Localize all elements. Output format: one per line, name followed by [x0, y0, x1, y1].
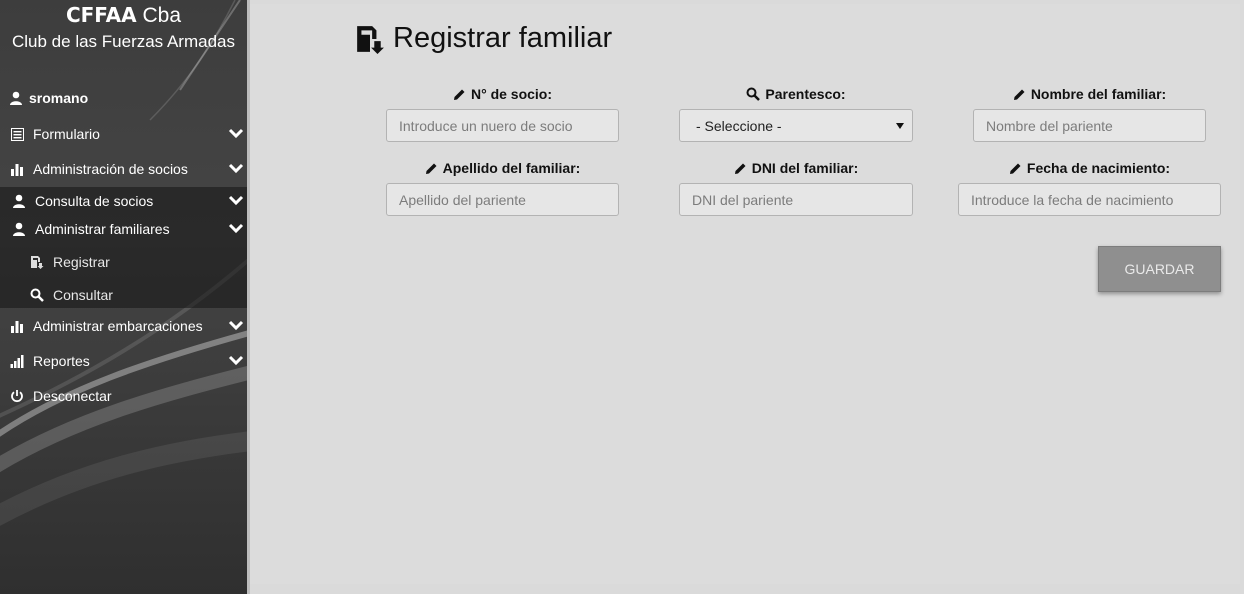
brand-title-rest: Cba [142, 4, 182, 27]
fecha-input[interactable] [958, 183, 1221, 216]
sidebar-item-label: Reportes [33, 353, 90, 369]
sidebar-item-label: Administrar embarcaciones [33, 318, 203, 334]
sidebar-item-consultar[interactable]: Consultar [0, 280, 247, 310]
search-icon [30, 288, 44, 302]
sidebar-item-formulario[interactable]: Formulario [0, 117, 247, 151]
brand-title-bold: CFFAA [65, 3, 137, 27]
chevron-down-icon [228, 223, 244, 234]
socio-input[interactable] [386, 109, 619, 142]
sidebar-item-admin-socios[interactable]: Administración de socios [0, 152, 247, 186]
dni-label-text: DNI del familiar: [751, 160, 859, 176]
save-download-icon [357, 25, 384, 54]
sidebar-item-admin-familiares[interactable]: Administrar familiares [0, 215, 247, 243]
sidebar-item-reportes[interactable]: Reportes [0, 344, 247, 378]
apellido-label-text: Apellido del familiar: [442, 160, 581, 176]
page-title: Registrar familiar [355, 22, 612, 55]
save-download-icon [30, 255, 44, 269]
dropdown-arrow-icon [896, 122, 904, 129]
page-title-text: Registrar familiar [393, 22, 613, 54]
bar-chart-icon [10, 162, 24, 176]
sidebar-item-label: Administrar familiares [35, 221, 170, 237]
pencil-icon [453, 89, 465, 100]
pencil-icon [1013, 89, 1025, 100]
sidebar-item-label: Registrar [53, 254, 110, 270]
user-icon [12, 194, 26, 208]
sidebar: CFFAA Cba Club de las Fuerzas Armadas sr… [0, 0, 247, 594]
user-icon [12, 222, 26, 236]
bar-chart-icon [10, 319, 24, 333]
username: sromano [29, 90, 89, 106]
sidebar-item-consulta-socios[interactable]: Consulta de socios [0, 187, 247, 215]
chevron-down-icon [228, 355, 244, 366]
power-icon [10, 389, 24, 403]
socio-label-text: N° de socio: [470, 86, 553, 102]
dni-input[interactable] [679, 183, 913, 216]
list-icon [10, 127, 24, 141]
nombre-label-text: Nombre del familiar: [1030, 86, 1167, 102]
nombre-input[interactable] [973, 109, 1206, 142]
chevron-down-icon [228, 128, 244, 139]
sidebar-item-label: Desconectar [33, 388, 112, 404]
sidebar-item-admin-embarcaciones[interactable]: Administrar embarcaciones [0, 309, 247, 343]
nombre-label: Nombre del familiar: [973, 86, 1206, 102]
chevron-down-icon [228, 163, 244, 174]
apellido-label: Apellido del familiar: [386, 160, 619, 176]
brand: CFFAA Cba Club de las Fuerzas Armadas [0, 2, 247, 55]
sidebar-item-label: Consultar [53, 287, 113, 303]
chevron-down-icon [228, 195, 244, 206]
parentesco-label: Parentesco: [679, 86, 913, 102]
fecha-label-text: Fecha de nacimiento: [1026, 160, 1171, 176]
apellido-input[interactable] [386, 183, 619, 216]
search-icon [746, 87, 761, 101]
user-info: sromano [9, 90, 88, 106]
chevron-down-icon [228, 320, 244, 331]
sidebar-item-registrar[interactable]: Registrar [0, 247, 247, 277]
brand-subtitle: Club de las Fuerzas Armadas [12, 32, 235, 51]
parentesco-select[interactable]: - Seleccione - [679, 109, 913, 142]
sidebar-item-label: Consulta de socios [35, 193, 154, 209]
main-content: Registrar familiar N° de socio: Parentes… [250, 0, 1244, 594]
sidebar-item-desconectar[interactable]: Desconectar [0, 379, 247, 413]
sidebar-item-label: Administración de socios [33, 161, 188, 177]
user-icon [10, 91, 22, 105]
dni-label: DNI del familiar: [679, 160, 913, 176]
sidebar-item-label: Formulario [33, 126, 100, 142]
signal-bars-icon [10, 354, 24, 368]
parentesco-label-text: Parentesco: [765, 86, 846, 102]
brand-title: CFFAA Cba [0, 2, 247, 29]
main-panel: Registrar familiar N° de socio: Parentes… [250, 4, 1240, 584]
pencil-icon [1009, 163, 1021, 174]
parentesco-selected: - Seleccione - [696, 117, 782, 134]
save-button[interactable]: GUARDAR [1098, 246, 1221, 292]
pencil-icon [425, 163, 437, 174]
socio-label: N° de socio: [386, 86, 619, 102]
fecha-label: Fecha de nacimiento: [958, 160, 1221, 176]
pencil-icon [734, 163, 746, 174]
